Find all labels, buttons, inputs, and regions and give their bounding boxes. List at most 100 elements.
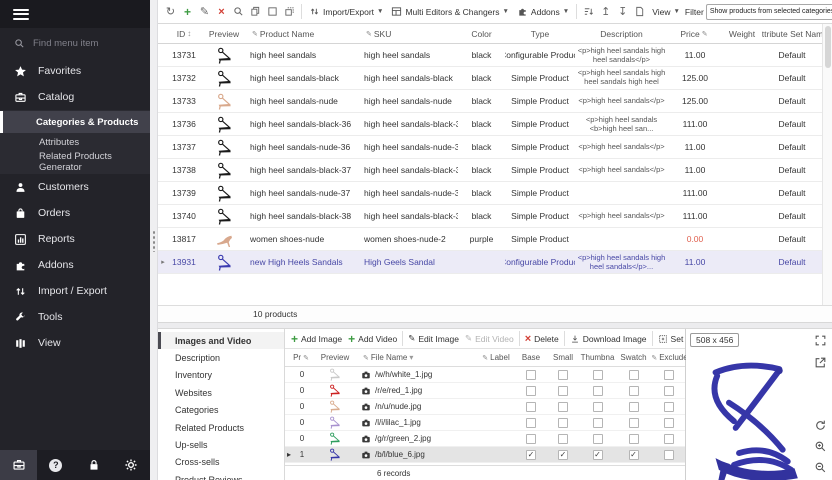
checkbox-thumbnail[interactable] (593, 402, 603, 412)
product-row[interactable]: 13738high heel sandals-black-37high heel… (158, 159, 822, 182)
refresh-button[interactable]: ↻ (163, 4, 178, 20)
row-expander[interactable] (285, 383, 293, 398)
add-image-button[interactable]: +Add Image (288, 332, 345, 346)
col-color[interactable]: Color (458, 24, 505, 43)
product-row[interactable]: 13736high heel sandals-black-36high heel… (158, 113, 822, 136)
col-small[interactable]: Small (547, 349, 579, 366)
row-expander[interactable] (285, 399, 293, 414)
delete-product-button[interactable]: × (214, 4, 229, 20)
checkbox-small[interactable] (558, 402, 568, 412)
row-expander[interactable] (285, 415, 293, 430)
checkbox-small[interactable] (558, 386, 568, 396)
import-export-menu[interactable]: Import/Export ▼ (306, 6, 386, 17)
col-product-name[interactable]: ✎Product Name (248, 24, 362, 43)
col-preview[interactable]: Preview (200, 24, 248, 43)
checkbox-swatch[interactable] (629, 402, 639, 412)
checkbox-base[interactable] (526, 370, 536, 380)
checkbox-swatch[interactable] (629, 386, 639, 396)
view-menu[interactable]: View ▼ (649, 7, 683, 17)
checkbox-swatch[interactable] (629, 418, 639, 428)
add-video-button[interactable]: +Add Video (345, 332, 400, 346)
edit-video-button[interactable]: ✎Edit Video (462, 333, 517, 344)
checkbox-small[interactable]: ✓ (558, 450, 568, 460)
sort-az-button[interactable] (581, 4, 596, 20)
addons-menu[interactable]: Addons ▼ (514, 6, 572, 17)
tab-related-products[interactable]: Related Products (158, 419, 284, 436)
checkbox-small[interactable] (558, 434, 568, 444)
col-description[interactable]: Description (575, 24, 668, 43)
duplicate-button[interactable] (282, 4, 297, 20)
move-up-button[interactable]: ↥ (598, 4, 613, 20)
page-view-button[interactable] (632, 4, 647, 20)
row-expander[interactable] (158, 159, 168, 181)
sidebar-item-reports[interactable]: Reports (0, 226, 150, 252)
hamburger-menu-icon[interactable] (13, 6, 29, 22)
open-external-icon[interactable] (814, 356, 827, 369)
select-checkbox-button[interactable] (265, 4, 280, 20)
checkbox-base[interactable] (526, 402, 536, 412)
col-exclude[interactable]: ✎Exclude (651, 349, 686, 366)
add-product-button[interactable]: + (180, 4, 195, 20)
col-position[interactable]: Pr✎ (293, 349, 311, 366)
checkbox-swatch[interactable] (629, 434, 639, 444)
product-row[interactable]: 13737high heel sandals-nude-36high heel … (158, 136, 822, 159)
move-down-button[interactable]: ↧ (615, 4, 630, 20)
sidebar-item-tools[interactable]: Tools (0, 304, 150, 330)
checkbox-thumbnail[interactable]: ✓ (593, 450, 603, 460)
rotate-icon[interactable] (814, 419, 827, 432)
multi-editors-menu[interactable]: Multi Editors & Changers ▼ (388, 6, 511, 17)
edit-product-button[interactable]: ✎ (197, 4, 212, 20)
product-row[interactable]: 13817women shoes-nudewomen shoes-nude-2p… (158, 228, 822, 251)
checkbox-exclude[interactable] (664, 434, 674, 444)
filter-select[interactable]: Show products from selected categories ▼ (706, 4, 832, 20)
checkbox-base[interactable] (526, 418, 536, 428)
delete-image-button[interactable]: ×Delete (522, 333, 562, 345)
sidebar-item-favorites[interactable]: Favorites (0, 58, 150, 84)
col-type[interactable]: Type (505, 24, 575, 43)
download-image-button[interactable]: Download Image (567, 334, 650, 344)
checkbox-base[interactable]: ✓ (526, 450, 536, 460)
sidebar-subitem-attributes[interactable]: Attributes (0, 133, 150, 152)
image-row[interactable]: 0/g/r/green_2.jpg (285, 431, 685, 447)
vertical-scrollbar[interactable] (822, 24, 832, 305)
product-row[interactable]: 13740high heel sandals-black-38high heel… (158, 205, 822, 228)
image-row[interactable]: 0/n/u/nude.jpg (285, 399, 685, 415)
col-weight[interactable]: Weight (722, 24, 762, 43)
sidebar-subitem-related-products-generator[interactable]: Related Products Generator (0, 152, 150, 171)
sidebar-footer-lock-button[interactable] (75, 450, 113, 480)
sidebar-footer-drawer-button[interactable] (0, 450, 37, 480)
col-attribute-set[interactable]: Attribute Set Name (762, 24, 822, 43)
row-expander[interactable] (285, 431, 293, 446)
col-id[interactable]: ID↕ (168, 24, 200, 43)
sidebar-search[interactable]: Find menu item (0, 28, 150, 58)
image-row[interactable]: ▸1/b/l/blue_6.jpg✓✓✓✓ (285, 447, 685, 463)
set-resize-rule-button[interactable]: Set Resize Rule▼ (655, 334, 685, 344)
product-row[interactable]: 13739high heel sandals-nude-37high heel … (158, 182, 822, 205)
col-preview[interactable]: Preview (311, 349, 359, 366)
checkbox-exclude[interactable] (664, 450, 674, 460)
zoom-in-icon[interactable] (814, 440, 827, 453)
image-row[interactable]: 0/r/e/red_1.jpg (285, 383, 685, 399)
row-expander[interactable]: ▸ (285, 447, 293, 462)
sidebar-item-customers[interactable]: Customers (0, 174, 150, 200)
checkbox-swatch[interactable] (629, 370, 639, 380)
row-expander[interactable] (158, 67, 168, 89)
checkbox-thumbnail[interactable] (593, 386, 603, 396)
fullscreen-icon[interactable] (814, 334, 827, 347)
sidebar-item-import-export[interactable]: Import / Export (0, 278, 150, 304)
image-row[interactable]: 0/l/i/lilac_1.jpg (285, 415, 685, 431)
product-row[interactable]: 13733high heel sandals-nudehigh heel san… (158, 90, 822, 113)
tab-cross-sells[interactable]: Cross-sells (158, 454, 284, 471)
tab-categories[interactable]: Categories (158, 402, 284, 419)
col-file-name[interactable]: ✎File Name▾ (359, 349, 475, 366)
scrollbar-thumb[interactable] (825, 26, 831, 68)
tab-product-reviews[interactable]: Product Reviews (158, 471, 284, 480)
image-row[interactable]: 0/w/h/white_1.jpg (285, 367, 685, 383)
checkbox-exclude[interactable] (664, 386, 674, 396)
col-price[interactable]: Price✎ (668, 24, 722, 43)
checkbox-base[interactable] (526, 386, 536, 396)
sidebar-item-orders[interactable]: Orders (0, 200, 150, 226)
col-base[interactable]: Base (515, 349, 547, 366)
panel-splitter-handle[interactable] (152, 230, 156, 252)
row-expander[interactable] (158, 44, 168, 66)
